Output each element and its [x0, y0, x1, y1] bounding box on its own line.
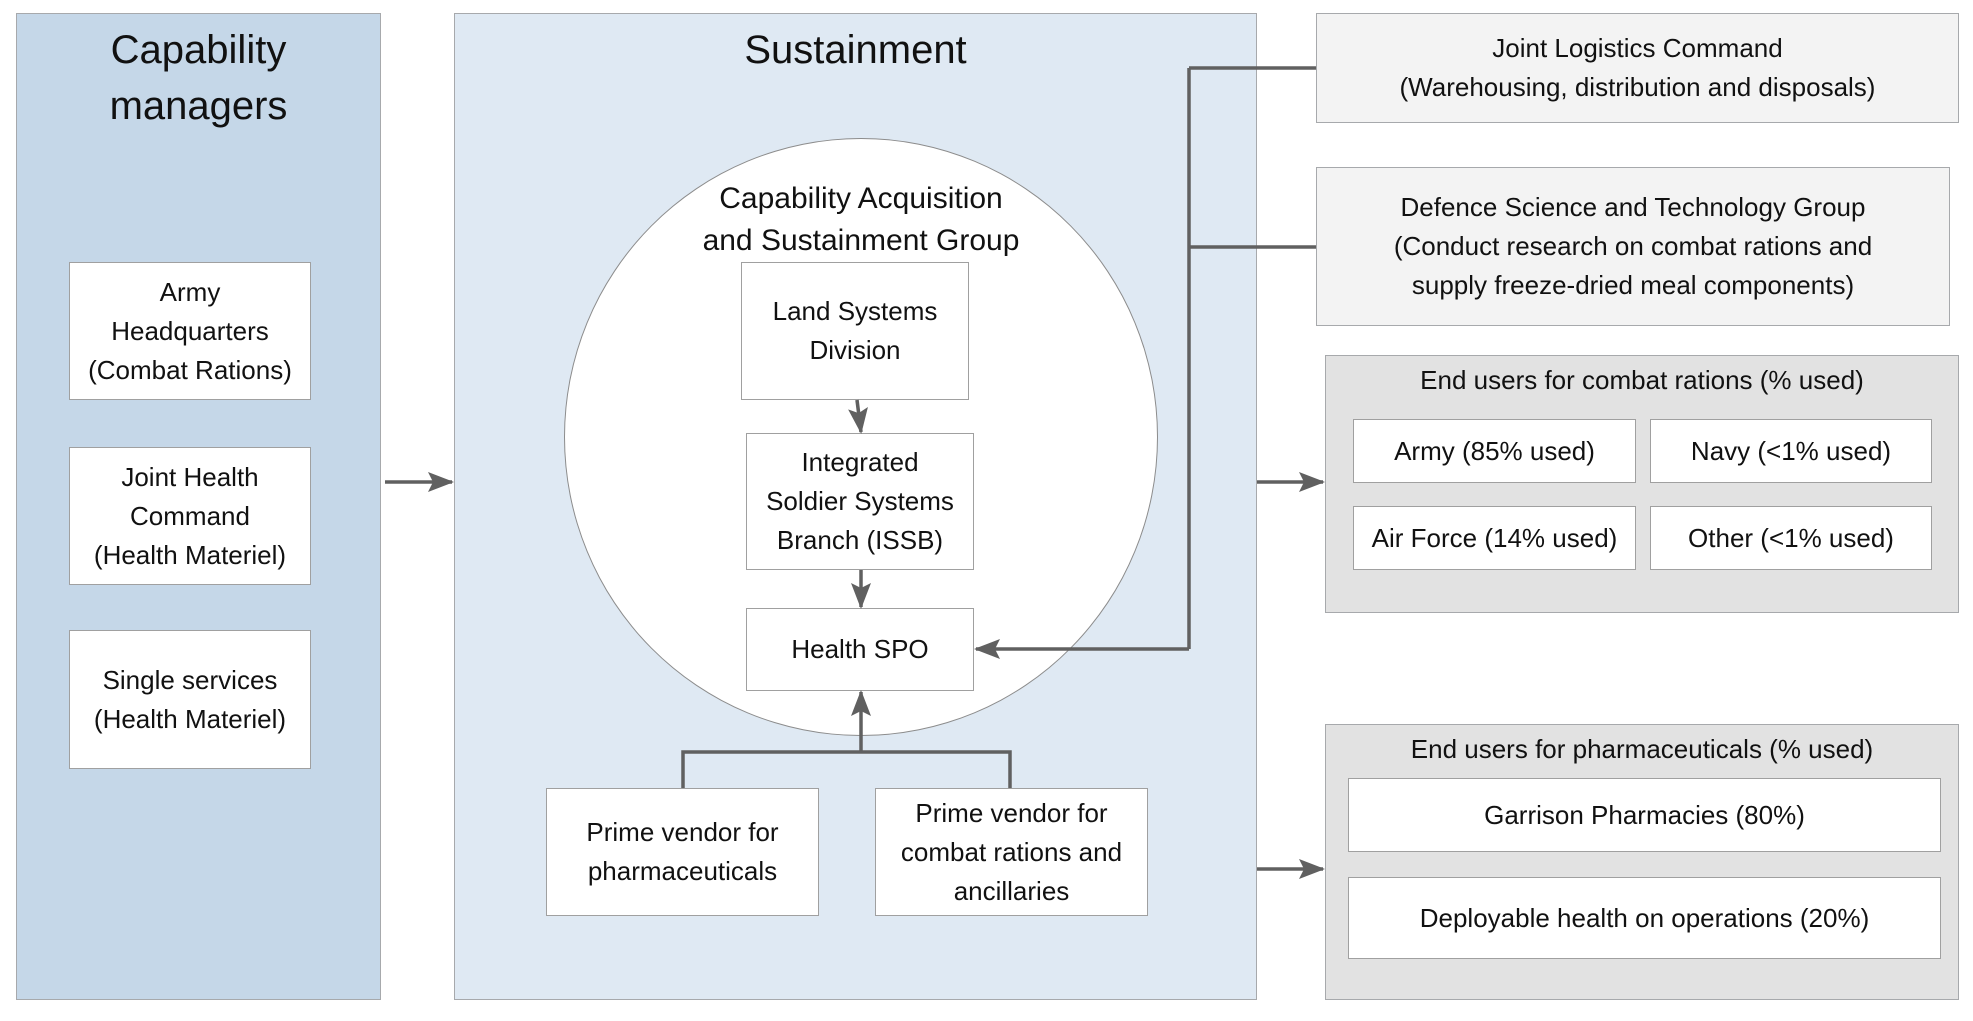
- issb-box[interactable]: Integrated Soldier Systems Branch (ISSB): [746, 433, 974, 570]
- dstg-box[interactable]: Defence Science and Technology Group (Co…: [1316, 167, 1950, 326]
- prime-vendor-pharmaceuticals-box[interactable]: Prime vendor for pharmaceuticals: [546, 788, 819, 916]
- end-users-rations-group: End users for combat rations (% used): [1325, 355, 1959, 613]
- end-users-rations-title: End users for combat rations (% used): [1420, 365, 1864, 395]
- joint-logistics-command-box[interactable]: Joint Logistics Command (Warehousing, di…: [1316, 13, 1959, 123]
- single-services-box[interactable]: Single services (Health Materiel): [69, 630, 311, 769]
- army-headquarters-box[interactable]: Army Headquarters (Combat Rations): [69, 262, 311, 400]
- garrison-pharmacies-box[interactable]: Garrison Pharmacies (80%): [1348, 778, 1941, 852]
- navy-end-user-box[interactable]: Navy (<1% used): [1650, 419, 1932, 483]
- casg-title: Capability Acquisition and Sustainment G…: [702, 182, 1020, 257]
- capability-managers-title: Capability managers: [109, 28, 288, 128]
- sustainment-title: Sustainment: [744, 28, 967, 72]
- prime-vendor-combat-rations-box[interactable]: Prime vendor for combat rations and anci…: [875, 788, 1148, 916]
- joint-health-command-box[interactable]: Joint Health Command (Health Materiel): [69, 447, 311, 585]
- army-end-user-box[interactable]: Army (85% used): [1353, 419, 1636, 483]
- deployable-health-box[interactable]: Deployable health on operations (20%): [1348, 877, 1941, 959]
- other-end-user-box[interactable]: Other (<1% used): [1650, 506, 1932, 570]
- air-force-end-user-box[interactable]: Air Force (14% used): [1353, 506, 1636, 570]
- end-users-pharma-title: End users for pharmaceuticals (% used): [1410, 734, 1874, 764]
- health-spo-box[interactable]: Health SPO: [746, 608, 974, 691]
- land-systems-division-box[interactable]: Land Systems Division: [741, 262, 969, 400]
